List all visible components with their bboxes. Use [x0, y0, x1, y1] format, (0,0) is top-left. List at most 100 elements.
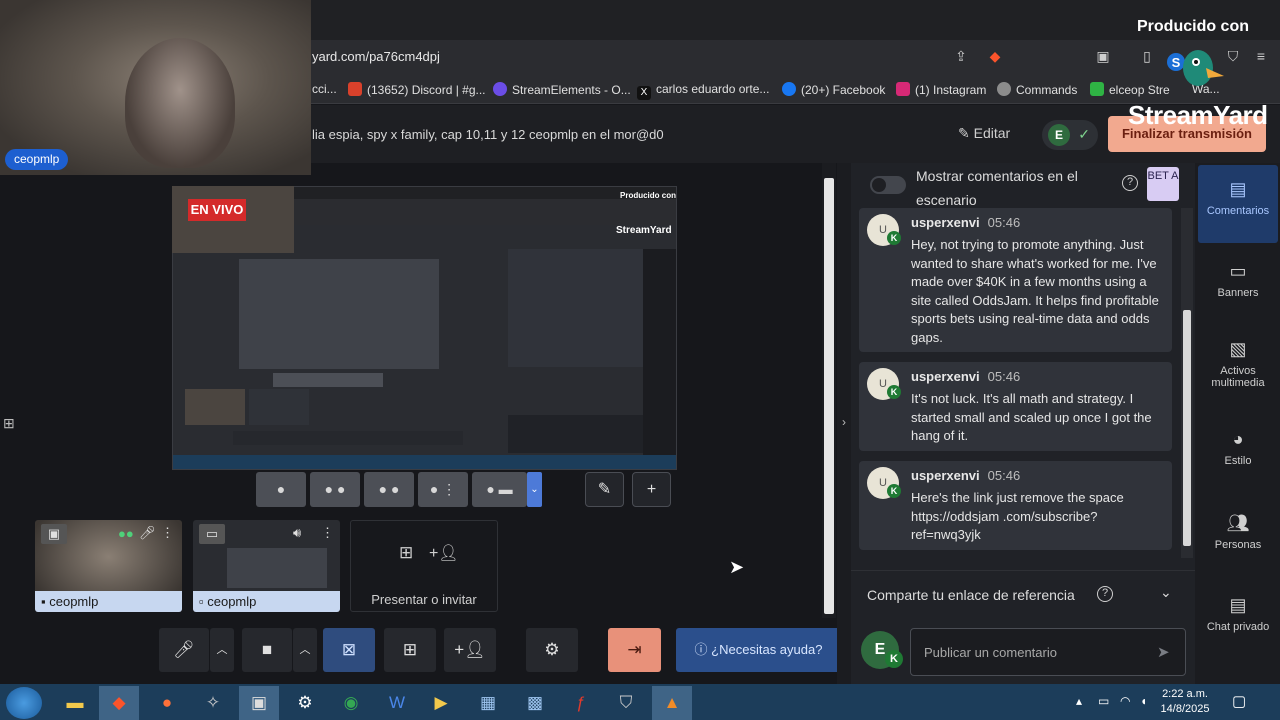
kick-icon: K [885, 650, 903, 668]
shield-app-icon[interactable]: ⛉ [606, 686, 646, 720]
send-icon[interactable]: ➤ [1157, 643, 1170, 661]
screen-share-icon: ⊞ [402, 640, 418, 659]
layout-panel-icon[interactable]: ⊞ [3, 415, 15, 432]
referral-label[interactable]: Comparte tu enlace de referencia [867, 587, 1075, 603]
chevron-down-icon[interactable]: ⌄ [1160, 584, 1172, 601]
control-panel-icon[interactable]: ▩ [515, 686, 555, 720]
url-text[interactable]: yard.com/pa76cm4dpj [312, 49, 440, 64]
bookmark-item[interactable]: (13652) Discord | #g... [348, 82, 486, 97]
settings-icon[interactable]: ⚙ [285, 686, 325, 720]
more-options-icon[interactable]: ⋮ [321, 525, 334, 541]
comment-card[interactable]: U K usperxenvi 05:46 Here's the link just… [859, 461, 1172, 550]
bookmark-item[interactable]: Xcarlos eduardo orte... [637, 82, 769, 100]
banner-icon: ▭ [1229, 261, 1247, 281]
brave-browser-icon[interactable]: ◆ [99, 686, 139, 720]
comment-author: usperxenvi 05:46 [911, 215, 1021, 230]
panel-collapse-button[interactable]: › [837, 163, 851, 685]
stage-scrollbar[interactable] [824, 178, 834, 614]
gear-icon: ⚙ [544, 640, 560, 659]
layout-dropdown[interactable]: ⌄ [527, 472, 542, 507]
bookmark-item[interactable]: (20+) Facebook [782, 82, 885, 97]
add-layout-button[interactable]: + [632, 472, 671, 507]
people-icon: ● ● [324, 481, 346, 497]
clock-date[interactable]: 14/8/2025 [1160, 703, 1210, 715]
volume-icon[interactable]: ◖ [1140, 694, 1147, 708]
layout-screen-button[interactable]: ● ▬ [472, 472, 527, 507]
layout-solo-button[interactable]: ● [256, 472, 306, 507]
wifi-icon[interactable]: ◠ [1120, 694, 1130, 708]
media-player-icon[interactable]: ▶ [421, 686, 461, 720]
vlc-icon[interactable]: ▲ [652, 686, 692, 720]
kick-icon: K [887, 385, 901, 399]
volume-icon[interactable]: 🔊︎ [293, 525, 301, 541]
battery-icon[interactable]: ▭ [1098, 694, 1109, 708]
comment-card[interactable]: U K usperxenvi 05:46 It's not luck. It's … [859, 362, 1172, 451]
rail-item-style[interactable]: ◕ Estilo [1198, 415, 1278, 493]
comment-text: Hey, not trying to promote anything. Jus… [911, 237, 1159, 345]
network-app-icon[interactable]: ▦ [468, 686, 508, 720]
tray-expand-icon[interactable]: ▴ [1076, 694, 1082, 708]
sidebar-toggle-icon[interactable]: ▯ [1138, 47, 1156, 65]
settings-button[interactable]: ⚙ [526, 628, 578, 672]
windows-start-icon[interactable] [6, 687, 42, 719]
microphone-options-button[interactable]: ︿ [210, 628, 234, 672]
share-screen-button[interactable]: ⊞ [384, 628, 436, 672]
chrome-icon[interactable]: ◉ [331, 686, 371, 720]
layout-thin-button[interactable]: ● ⋮ [418, 472, 468, 507]
layout-leader-button[interactable]: ● ● [364, 472, 414, 507]
rail-item-people[interactable]: 👥︎ Personas [1198, 499, 1278, 577]
streamyard-logo: StreamYard [1128, 100, 1268, 130]
chevron-up-icon: ︿ [299, 644, 311, 656]
help-icon[interactable]: ? [1122, 175, 1138, 191]
show-comments-toggle[interactable] [870, 176, 906, 194]
invite-guest-button[interactable]: +👤︎ [444, 628, 496, 672]
help-button[interactable]: ⓘ ¿Necesitas ayuda? [676, 628, 841, 672]
brave-shield-icon[interactable]: ◆ [986, 47, 1004, 65]
app-icon[interactable]: ✧ [193, 686, 233, 720]
participant-tile-screen[interactable]: ▭ 🔊︎ ⋮ ▫ ceopmlp [193, 520, 340, 612]
menu-icon[interactable]: ≡ [1252, 47, 1270, 65]
account-badge[interactable]: E ✓ [1042, 120, 1098, 150]
camera-options-button[interactable]: ︿ [293, 628, 317, 672]
notifications-icon[interactable]: ▢ [1232, 692, 1246, 710]
edit-button[interactable]: ✎ Editar [958, 125, 1010, 142]
share-icon[interactable]: ⇪ [952, 47, 970, 65]
bookmark-item[interactable]: cci... [312, 82, 337, 96]
word-icon[interactable]: W [377, 686, 417, 720]
bookmark-item[interactable]: Commands [997, 82, 1077, 97]
leave-studio-button[interactable]: ⇥ [608, 628, 661, 672]
people-icon: 👥︎ [1226, 513, 1250, 533]
rail-item-banners[interactable]: ▭ Banners [1198, 247, 1278, 325]
comment-time: 05:46 [987, 468, 1021, 483]
check-icon: ✓ [1078, 126, 1090, 142]
layout-group-button[interactable]: ● ● [310, 472, 360, 507]
comment-input[interactable] [910, 628, 1186, 676]
rail-item-comments[interactable]: ▤ Comentarios [1198, 165, 1278, 243]
help-icon[interactable]: ? [1097, 586, 1113, 602]
bookmark-item[interactable]: StreamElements - O... [493, 82, 631, 97]
clock-time[interactable]: 2:22 a.m. [1160, 688, 1210, 700]
camera-button[interactable]: ■ [242, 628, 292, 672]
microphone-button[interactable]: 🎤︎ [159, 628, 209, 672]
comment-card[interactable]: U K usperxenvi 05:46 Hey, not trying to p… [859, 208, 1172, 352]
rail-item-media[interactable]: ▧ Activos multimedia [1198, 325, 1278, 411]
wallet-icon[interactable]: ⛉ [1224, 47, 1242, 65]
flash-icon[interactable]: ƒ [561, 686, 601, 720]
people-icon: ● ● [378, 481, 400, 497]
bookmark-item[interactable]: elceop Stre [1090, 82, 1170, 97]
media-icon[interactable]: ▣ [1094, 47, 1112, 65]
edit-layout-button[interactable]: ✎ [585, 472, 624, 507]
window-app-icon[interactable]: ▣ [239, 686, 279, 720]
participant-tile-camera[interactable]: ▣ ●● 🎤︎ ⋮ ▪ ceopmlp [35, 520, 182, 612]
file-explorer-icon[interactable]: ▬ [55, 686, 95, 720]
person-icon: ● [276, 481, 286, 497]
comments-scrollbar[interactable] [1183, 310, 1191, 546]
firefox-icon[interactable]: ● [147, 686, 187, 720]
microphone-icon[interactable]: 🎤︎ [139, 525, 156, 541]
bookmark-item[interactable]: (1) Instagram [896, 82, 986, 97]
more-options-icon[interactable]: ⋮ [161, 525, 174, 541]
beta-badge: BET A [1147, 167, 1179, 201]
stream-title[interactable]: lia espia, spy x family, cap 10,11 y 12 … [312, 127, 664, 142]
rail-item-private-chat[interactable]: ▤ Chat privado [1198, 581, 1278, 659]
stop-share-button[interactable]: ⊠ [323, 628, 375, 672]
